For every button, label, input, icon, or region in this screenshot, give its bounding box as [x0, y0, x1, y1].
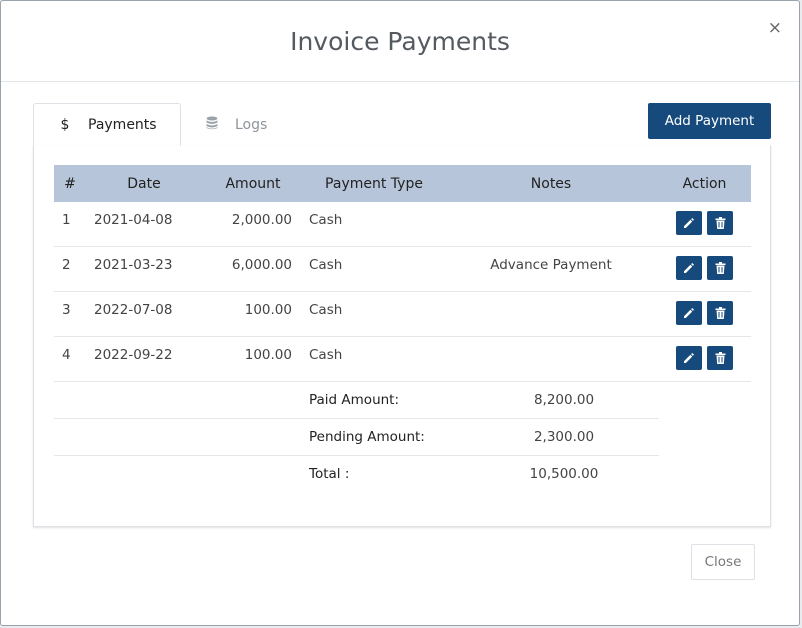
row-actions	[658, 337, 751, 370]
paid-amount-value: 8,200.00	[533, 392, 595, 408]
row-payment-type: Cash	[309, 212, 343, 228]
paid-amount-label: Paid Amount:	[309, 392, 400, 408]
table-row: 4 2022-09-22 100.00 Cash	[54, 337, 751, 382]
edit-button[interactable]	[676, 211, 702, 235]
row-notes	[444, 292, 658, 302]
trash-icon	[715, 262, 725, 274]
total-value: 10,500.00	[529, 466, 599, 482]
delete-button[interactable]	[707, 346, 733, 370]
row-num: 1	[62, 212, 71, 228]
modal-header: Invoice Payments ×	[1, 1, 799, 82]
header-date: Date	[127, 175, 161, 192]
row-amount: 2,000.00	[231, 212, 292, 228]
invoice-payments-modal: Invoice Payments × $ Payments Logs Add P…	[0, 0, 800, 626]
payments-table: # Date Amount Payment Type Notes Action …	[54, 165, 751, 492]
row-amount: 100.00	[244, 302, 292, 318]
trash-icon	[715, 217, 725, 229]
header-num: #	[64, 175, 76, 192]
delete-button[interactable]	[707, 301, 733, 325]
row-date: 2022-09-22	[94, 347, 173, 363]
edit-button[interactable]	[676, 346, 702, 370]
modal-title: Invoice Payments	[290, 27, 510, 56]
pencil-icon	[684, 353, 694, 363]
close-button[interactable]: Close	[691, 544, 755, 580]
database-icon	[205, 116, 219, 134]
header-payment-type: Payment Type	[325, 175, 423, 192]
pending-amount-value: 2,300.00	[533, 429, 595, 445]
row-notes	[444, 337, 658, 347]
row-amount: 6,000.00	[231, 257, 292, 273]
pending-amount-label: Pending Amount:	[309, 429, 425, 445]
table-row: 3 2022-07-08 100.00 Cash	[54, 292, 751, 337]
tab-logs-label: Logs	[235, 116, 268, 133]
tab-logs[interactable]: Logs	[181, 103, 301, 146]
row-num: 2	[62, 257, 71, 273]
delete-button[interactable]	[707, 211, 733, 235]
edit-button[interactable]	[676, 256, 702, 280]
table-row: 2 2021-03-23 6,000.00 Cash Advance Payme…	[54, 247, 751, 292]
table-row: 1 2021-04-08 2,000.00 Cash	[54, 202, 751, 247]
row-payment-type: Cash	[309, 347, 343, 363]
row-notes: Advance Payment	[490, 257, 612, 273]
table-header: # Date Amount Payment Type Notes Action	[54, 165, 751, 202]
row-actions	[658, 247, 751, 280]
summary-paid: Paid Amount: 8,200.00	[54, 382, 659, 419]
summary-total: Total : 10,500.00	[54, 456, 659, 492]
row-date: 2021-04-08	[94, 212, 173, 228]
row-payment-type: Cash	[309, 257, 343, 273]
row-num: 4	[62, 347, 71, 363]
row-amount: 100.00	[244, 347, 292, 363]
pencil-icon	[684, 308, 694, 318]
close-icon[interactable]: ×	[768, 18, 782, 38]
add-payment-button[interactable]: Add Payment	[648, 103, 771, 139]
summary-pending: Pending Amount: 2,300.00	[54, 419, 659, 456]
header-action: Action	[682, 175, 727, 192]
total-label: Total :	[309, 466, 350, 482]
header-amount: Amount	[225, 175, 281, 192]
row-date: 2021-03-23	[94, 257, 173, 273]
row-date: 2022-07-08	[94, 302, 173, 318]
row-actions	[658, 292, 751, 325]
header-notes: Notes	[530, 175, 572, 192]
payments-panel: # Date Amount Payment Type Notes Action …	[33, 145, 771, 527]
trash-icon	[715, 307, 725, 319]
tab-payments[interactable]: $ Payments	[33, 103, 181, 146]
row-num: 3	[62, 302, 71, 318]
delete-button[interactable]	[707, 256, 733, 280]
row-notes	[444, 202, 658, 212]
trash-icon	[715, 352, 725, 364]
pencil-icon	[684, 263, 694, 273]
dollar-icon: $	[60, 117, 70, 133]
row-payment-type: Cash	[309, 302, 343, 318]
edit-button[interactable]	[676, 301, 702, 325]
row-actions	[658, 202, 751, 235]
tab-payments-label: Payments	[88, 117, 157, 133]
pencil-icon	[684, 218, 694, 228]
